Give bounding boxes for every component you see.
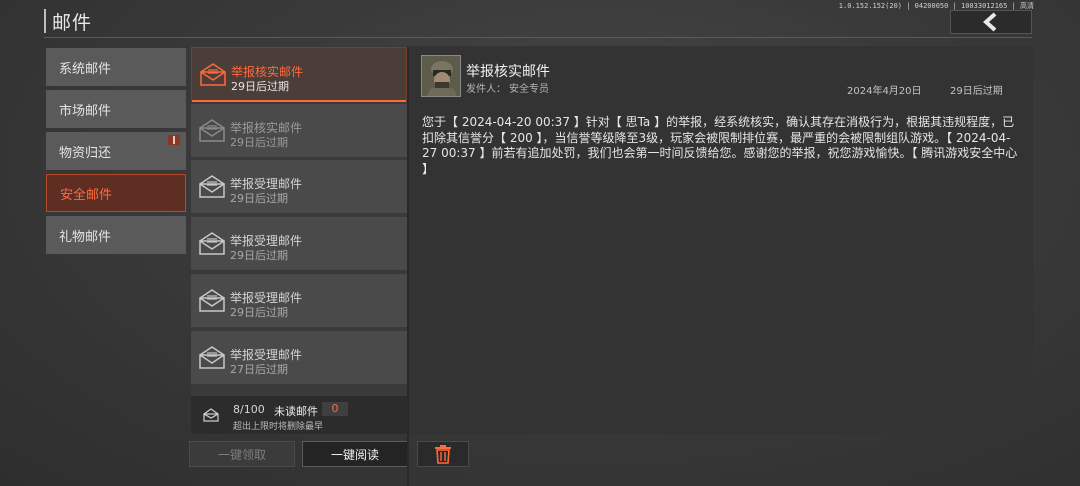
envelope-open-icon: [199, 119, 225, 142]
sender-avatar: [421, 55, 461, 97]
mail-expiry: 29日后过期: [230, 249, 288, 262]
mail-list-item[interactable]: 举报受理邮件 29日后过期: [191, 217, 407, 271]
tab-market-mail[interactable]: 市场邮件: [46, 90, 186, 128]
mail-stack-icon: [203, 408, 219, 422]
mail-list-item[interactable]: 举报受理邮件 29日后过期: [191, 274, 407, 328]
tab-label: 系统邮件: [59, 61, 112, 77]
mail-detail-panel: [409, 46, 1033, 434]
mail-expiry: 27日后过期: [230, 363, 288, 376]
gift-icon: [168, 135, 180, 145]
chevron-left-icon: [982, 12, 997, 32]
collect-all-button[interactable]: 一键领取: [189, 441, 295, 467]
mail-list-item[interactable]: 举报受理邮件 27日后过期: [191, 331, 407, 385]
mail-body: 您于【 2024-04-20 00:37 】针对【 思Ta 】的举报，经系统核实…: [422, 115, 1018, 176]
title-accent-bar: [44, 9, 46, 33]
collect-all-label: 一键领取: [217, 447, 266, 462]
mail-date: 2024年4月20日: [847, 86, 922, 97]
mail-expiry: 29日后过期: [231, 80, 289, 93]
sender-label: 发件人：: [466, 84, 506, 95]
unread-count-badge: 0: [322, 402, 348, 416]
tab-supply-return[interactable]: 物资归还: [46, 132, 186, 170]
read-all-label: 一键阅读: [330, 447, 379, 462]
trash-icon: [435, 445, 451, 464]
mail-count-footer: 8/100 未读邮件 0 超出上限时将删除最早: [191, 396, 407, 434]
mail-count: 8/100: [233, 403, 265, 416]
soldier-avatar-image: [422, 56, 460, 96]
selected-indicator: [192, 100, 406, 102]
tab-label: 安全邮件: [60, 187, 113, 203]
mail-expiry: 29日后过期: [230, 306, 288, 319]
back-button[interactable]: [950, 10, 1032, 34]
tab-label: 礼物邮件: [59, 229, 112, 245]
page-header: 邮件: [44, 8, 92, 34]
header-divider: [44, 37, 1032, 38]
detail-mail-title: 举报核实邮件: [466, 64, 550, 80]
tab-system-mail[interactable]: 系统邮件: [46, 48, 186, 86]
read-all-button[interactable]: 一键阅读: [302, 441, 408, 467]
sender-name: 安全专员: [509, 84, 549, 95]
envelope-open-icon: [199, 289, 225, 312]
unread-label: 未读邮件: [274, 405, 318, 418]
envelope-open-icon: [199, 232, 225, 255]
tab-label: 物资归还: [59, 145, 112, 161]
tab-label: 市场邮件: [59, 103, 112, 119]
tab-gift-mail[interactable]: 礼物邮件: [46, 216, 186, 254]
delete-button[interactable]: [417, 441, 469, 467]
envelope-open-icon: [200, 63, 226, 86]
envelope-open-icon: [199, 175, 225, 198]
mail-list-item[interactable]: 举报核实邮件 29日后过期: [191, 47, 407, 102]
mail-list-item[interactable]: 举报受理邮件 29日后过期: [191, 160, 407, 214]
capacity-note: 超出上限时将删除最早: [233, 422, 324, 432]
page-title: 邮件: [52, 11, 93, 34]
mail-list-item[interactable]: 举报核实邮件 29日后过期: [191, 104, 407, 158]
mail-expiry: 29日后过期: [230, 192, 288, 205]
detail-expiry: 29日后过期: [950, 86, 1003, 97]
envelope-open-icon: [199, 346, 225, 369]
tab-security-mail[interactable]: 安全邮件: [46, 174, 186, 212]
mail-expiry: 29日后过期: [230, 136, 288, 149]
